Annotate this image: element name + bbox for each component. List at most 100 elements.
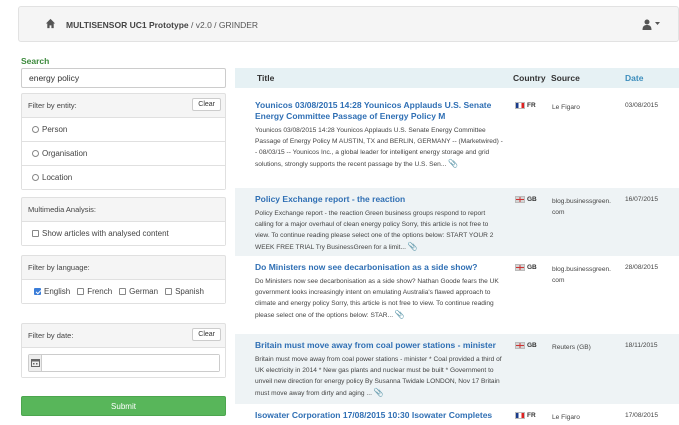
column-date[interactable]: Date xyxy=(625,73,643,83)
language-panel: Filter by language: English French Germa… xyxy=(21,255,226,304)
multimedia-option-label: Show articles with analysed content xyxy=(42,229,169,238)
breadcrumb: MULTISENSOR UC1 Prototype / v2.0 / GRIND… xyxy=(66,20,258,30)
entity-option-organisation[interactable]: Organisation xyxy=(22,141,225,165)
entity-option-label: Location xyxy=(42,173,73,182)
app-title[interactable]: MULTISENSOR UC1 Prototype xyxy=(66,20,189,30)
article-title[interactable]: Isowater Corporation 17/08/2015 10:30 Is… xyxy=(255,410,503,421)
entity-clear-button[interactable]: Clear xyxy=(192,98,221,111)
table-row: Britain must move away from coal power s… xyxy=(235,334,679,404)
snippet-text: Younicos 03/08/2015 14:28 Younicos Appla… xyxy=(255,127,503,168)
flag-gb-icon xyxy=(515,264,525,271)
country-code: GB xyxy=(527,196,537,203)
country-badge: FR xyxy=(515,412,536,419)
radio-icon[interactable] xyxy=(32,174,39,181)
date-picker[interactable] xyxy=(28,353,220,372)
entity-option-label: Organisation xyxy=(42,149,88,158)
article-title[interactable]: Younicos 03/08/2015 14:28 Younicos Appla… xyxy=(255,100,503,122)
article-source: Le Figaro xyxy=(552,414,580,421)
caret-down-icon xyxy=(655,22,660,25)
language-label: English xyxy=(44,287,71,296)
article-date: 18/11/2015 xyxy=(625,342,658,349)
submit-button[interactable]: Submit xyxy=(21,396,226,416)
paperclip-icon[interactable]: 📎 xyxy=(374,388,384,397)
radio-icon[interactable] xyxy=(32,126,39,133)
checkbox-icon[interactable] xyxy=(165,288,173,295)
article-date: 28/08/2015 xyxy=(625,264,659,271)
language-option-spanish[interactable]: Spanish xyxy=(165,287,204,296)
date-filter-panel: Filter by date: Clear xyxy=(21,323,226,378)
entity-option-person[interactable]: Person xyxy=(22,117,225,141)
column-country[interactable]: Country xyxy=(513,73,546,83)
country-code: GB xyxy=(527,342,537,349)
country-badge: GB xyxy=(515,264,537,271)
calendar-icon[interactable] xyxy=(29,354,42,371)
article-source: blog.businessgreen.com xyxy=(552,266,612,284)
country-badge: FR xyxy=(515,102,536,109)
checkbox-icon[interactable] xyxy=(32,230,39,237)
flag-gb-icon xyxy=(515,342,525,349)
article-title[interactable]: Do Ministers now see decarbonisation as … xyxy=(255,262,503,273)
search-input[interactable] xyxy=(21,68,226,88)
country-code: GB xyxy=(527,264,537,271)
entity-option-location[interactable]: Location xyxy=(22,165,225,189)
date-clear-button[interactable]: Clear xyxy=(192,328,221,341)
language-label: German xyxy=(129,287,159,296)
language-options: English French German Spanish xyxy=(22,279,225,303)
paperclip-icon[interactable]: 📎 xyxy=(395,310,405,319)
table-row: Younicos 03/08/2015 14:28 Younicos Appla… xyxy=(235,94,679,188)
article-snippet: Do Ministers now see decarbonisation as … xyxy=(255,276,503,321)
home-icon[interactable] xyxy=(45,18,56,29)
entity-filter-title: Filter by entity: xyxy=(28,101,77,110)
paperclip-icon[interactable]: 📎 xyxy=(408,242,418,251)
table-row: Do Ministers now see decarbonisation as … xyxy=(235,256,679,334)
language-option-french[interactable]: French xyxy=(77,287,112,296)
article-snippet: Younicos 03/08/2015 14:28 Younicos Appla… xyxy=(255,125,503,170)
checkbox-icon[interactable] xyxy=(34,288,41,295)
flag-gb-icon xyxy=(515,196,525,203)
article-source: blog.businessgreen.com xyxy=(552,198,612,216)
table-row: Isowater Corporation 17/08/2015 10:30 Is… xyxy=(235,404,679,425)
date-input[interactable] xyxy=(42,354,219,371)
article-title[interactable]: Britain must move away from coal power s… xyxy=(255,340,503,351)
snippet-text: Do Ministers now see decarbonisation as … xyxy=(255,278,499,319)
article-snippet: Policy Exchange report - the reaction Gr… xyxy=(255,208,503,253)
article-title[interactable]: Policy Exchange report - the reaction xyxy=(255,194,503,205)
checkbox-icon[interactable] xyxy=(119,288,127,295)
entity-filter-heading: Filter by entity: Clear xyxy=(22,94,225,117)
article-date: 03/08/2015 xyxy=(625,102,659,109)
results-table-header: Title Country Source Date xyxy=(235,68,679,88)
date-filter-heading: Filter by date: Clear xyxy=(22,324,225,347)
user-icon xyxy=(642,19,652,30)
date-picker-row xyxy=(22,347,225,377)
flag-fr-icon xyxy=(515,412,525,419)
article-source: Le Figaro xyxy=(552,104,580,111)
country-code: FR xyxy=(527,412,536,419)
article-source: Reuters (GB) xyxy=(552,344,591,351)
language-option-english[interactable]: English xyxy=(34,287,70,296)
article-snippet: Britain must move away from coal power s… xyxy=(255,354,503,399)
article-date: 16/07/2015 xyxy=(625,196,659,203)
country-badge: GB xyxy=(515,196,537,203)
date-filter-title: Filter by date: xyxy=(28,331,74,340)
radio-icon[interactable] xyxy=(32,150,39,157)
multimedia-panel: Multimedia Analysis: Show articles with … xyxy=(21,197,226,246)
multimedia-option[interactable]: Show articles with analysed content xyxy=(22,221,225,245)
language-option-german[interactable]: German xyxy=(119,287,158,296)
entity-option-label: Person xyxy=(42,125,68,134)
search-label: Search xyxy=(21,56,50,66)
language-label: Spanish xyxy=(175,287,204,296)
multimedia-heading: Multimedia Analysis: xyxy=(28,205,96,214)
checkbox-icon[interactable] xyxy=(77,288,85,295)
country-code: FR xyxy=(527,102,536,109)
snippet-text: Policy Exchange report - the reaction Gr… xyxy=(255,210,494,251)
top-navbar: MULTISENSOR UC1 Prototype / v2.0 / GRIND… xyxy=(18,6,679,42)
paperclip-icon[interactable]: 📎 xyxy=(448,159,458,168)
article-date: 17/08/2015 xyxy=(625,412,659,419)
country-badge: GB xyxy=(515,342,537,349)
language-label: French xyxy=(87,287,113,296)
column-title[interactable]: Title xyxy=(257,73,274,83)
flag-fr-icon xyxy=(515,102,525,109)
user-menu[interactable] xyxy=(642,17,664,31)
column-source[interactable]: Source xyxy=(551,73,580,83)
entity-filter-panel: Filter by entity: Clear Person Organisat… xyxy=(21,93,226,190)
